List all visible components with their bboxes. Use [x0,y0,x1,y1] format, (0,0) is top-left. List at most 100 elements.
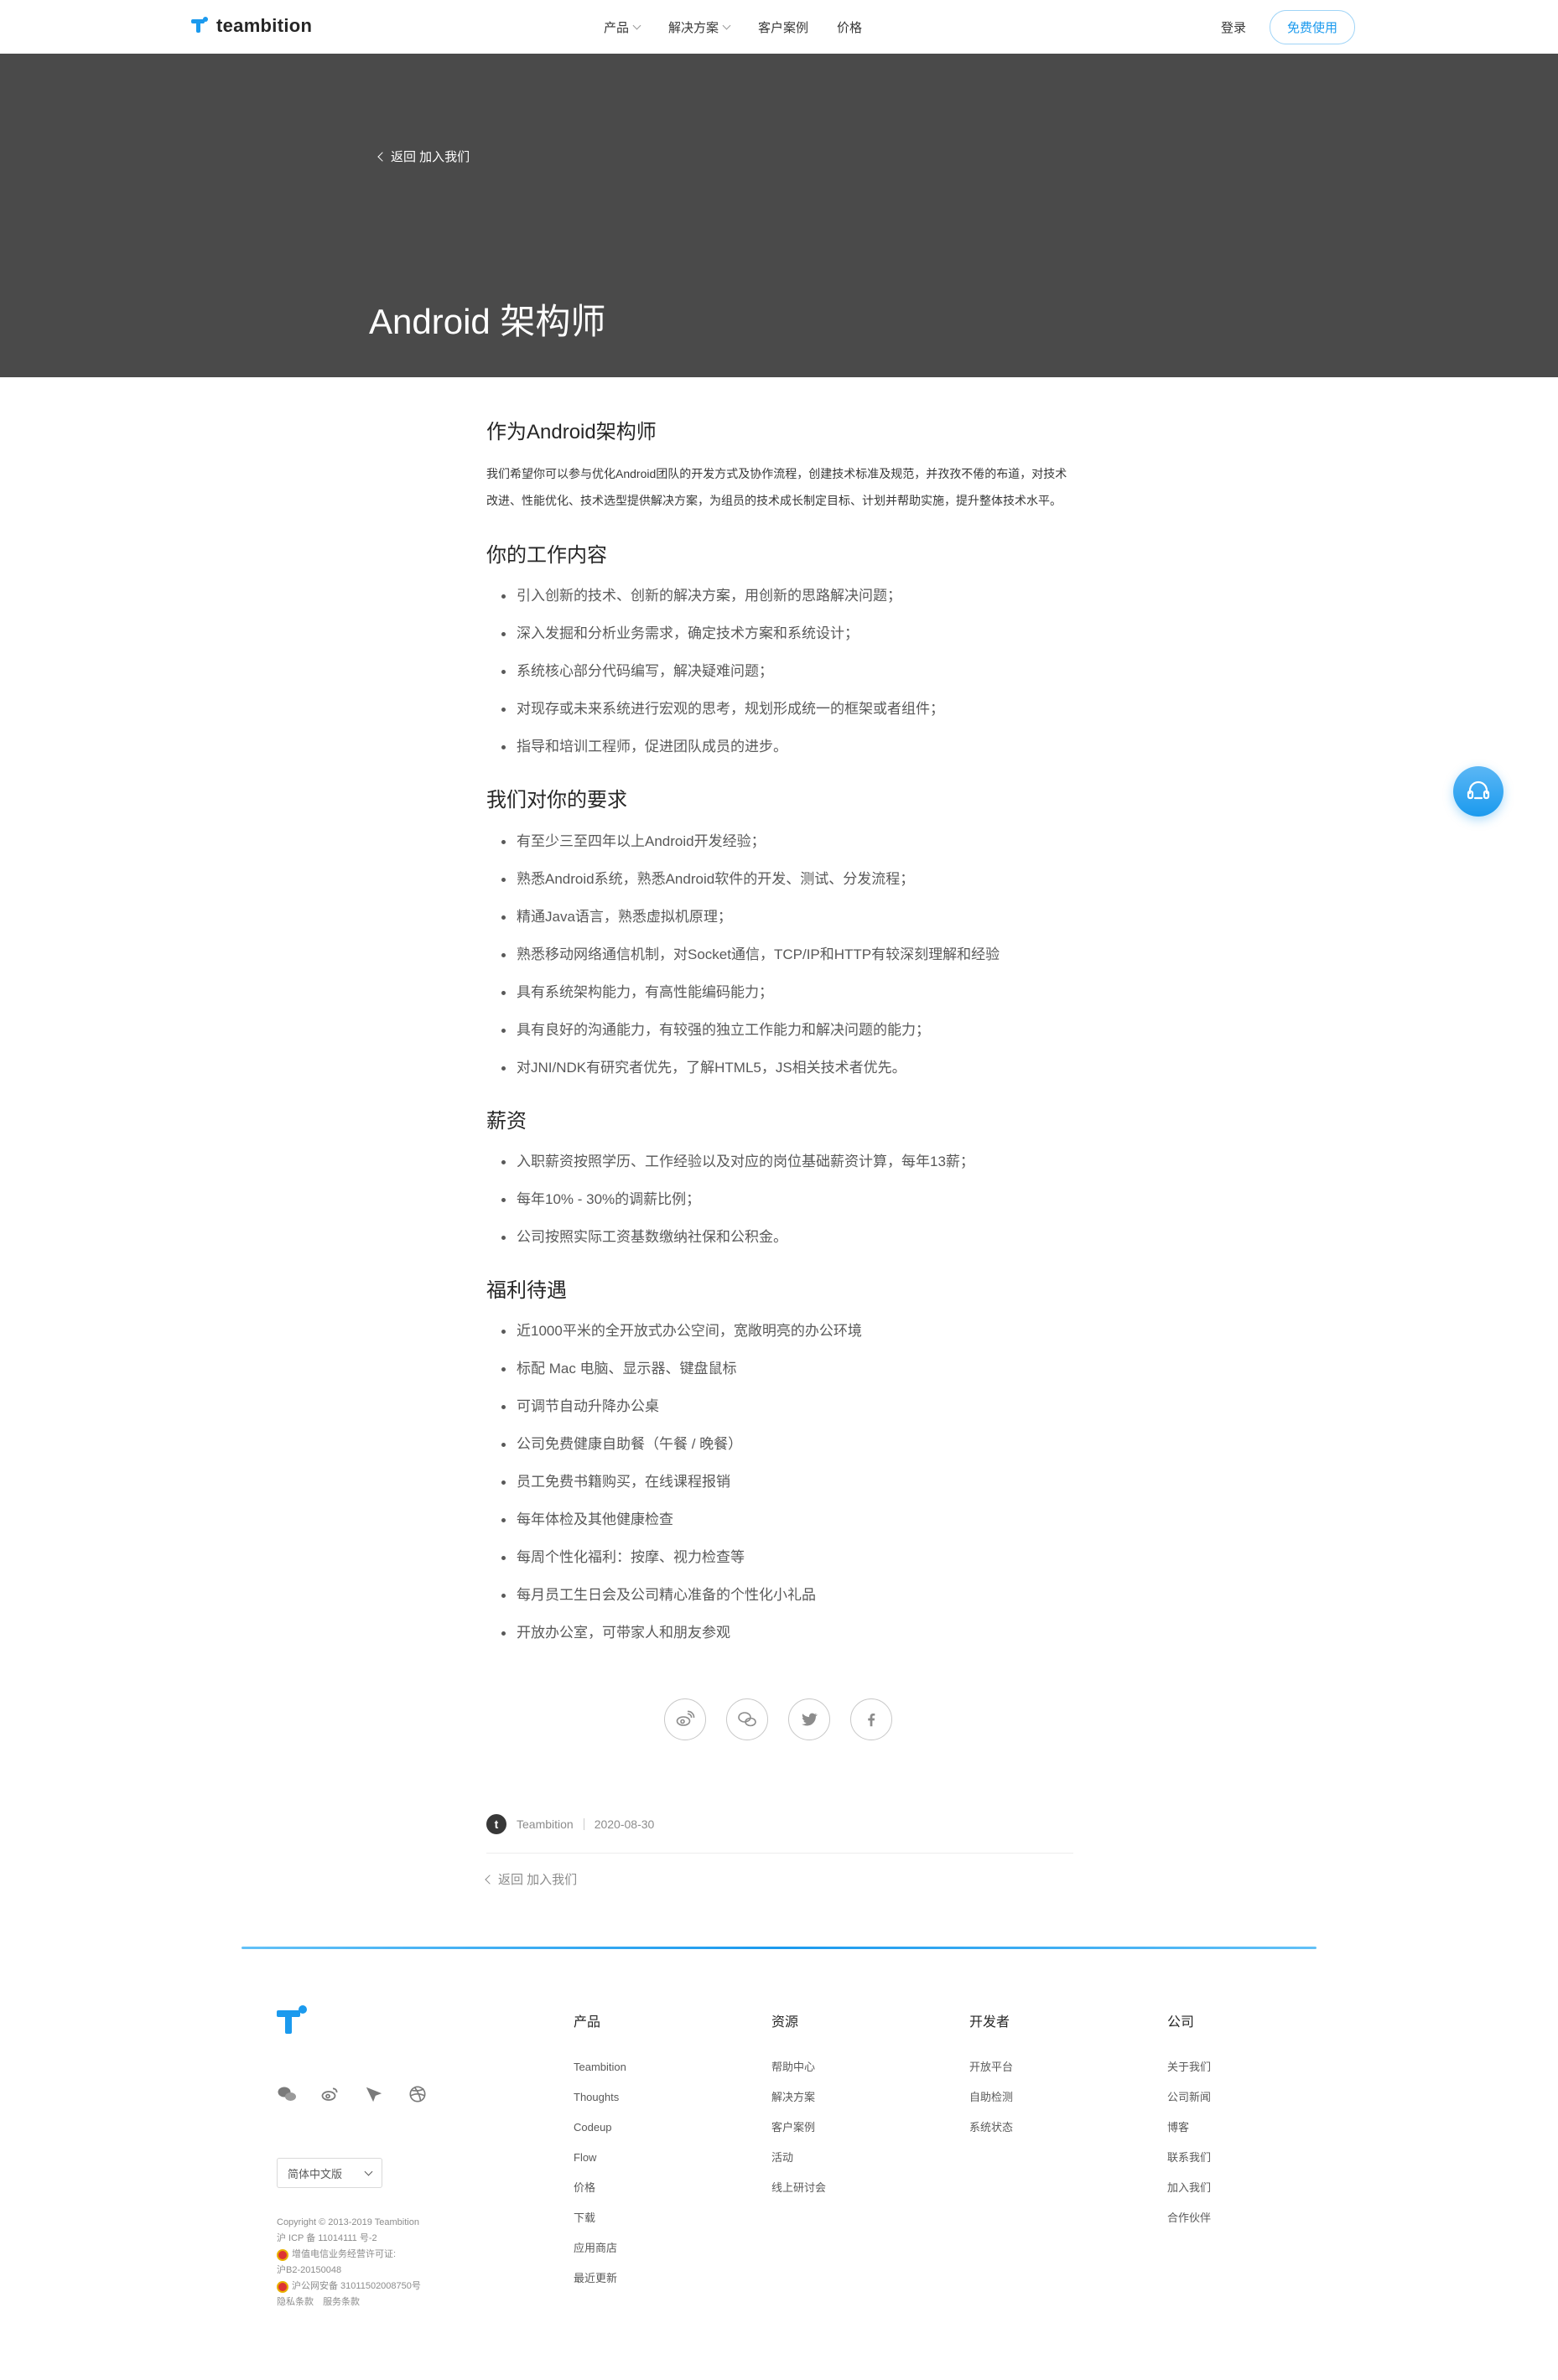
footer-column-heading: 公司 [1167,2015,1195,2030]
footer-link[interactable]: 公司新闻 [1167,2082,1211,2113]
benefits-list: 近1000平米的全开放式办公空间，宽敞明亮的办公环境 标配 Mac 电脑、显示器… [486,1312,1073,1651]
salary-list: 入职薪资按照学历、工作经验以及对应的岗位基础薪资计算，每年13薪； 每年10% … [486,1143,1073,1256]
list-item: 对现存或未来系统进行宏观的思考，规划形成统一的框架或者组件； [486,690,1073,728]
job-description: 作为Android架构师 我们希望你可以参与优化Android团队的开发方式及协… [486,419,1073,1651]
page-title: Android 架构师 [369,302,606,341]
footer-link[interactable]: 博客 [1167,2113,1211,2143]
share-facebook-button[interactable] [850,1698,892,1740]
list-item: 熟悉Android系统，熟悉Android软件的开发、测试、分发流程； [486,860,1073,898]
footer-link[interactable]: 关于我们 [1167,2052,1211,2082]
nav-item-solutions[interactable]: 解决方案 [668,18,731,36]
footer-column-products: 产品 Teambition Thoughts Codeup Flow 价格 下载… [574,2010,626,2294]
privacy-link[interactable]: 隐私条款 [277,2297,314,2307]
list-item: 熟悉移动网络通信机制，对Socket通信，TCP/IP和HTTP有较深刻理解和经… [486,936,1073,973]
share-twitter-button[interactable] [788,1698,830,1740]
teambition-logo-icon [191,17,210,35]
list-item: 具有良好的沟通能力，有较强的独立工作能力和解决问题的能力； [486,1011,1073,1049]
list-item: 每年体检及其他健康检查 [486,1501,1073,1538]
facebook-icon [868,1713,875,1727]
post-meta: t Teambition 2020-08-30 [486,1814,654,1834]
footer-link[interactable]: Teambition [574,2052,626,2082]
section-heading-salary: 薪资 [486,1109,527,1133]
nav-item-products[interactable]: 产品 [604,18,641,36]
footer-column-company: 公司 关于我们 公司新闻 博客 联系我们 加入我们 合作伙伴 [1167,2010,1211,2233]
footer-link[interactable]: 线上研讨会 [771,2173,826,2203]
chevron-left-icon [485,1874,495,1885]
nav-item-pricing[interactable]: 价格 [837,18,862,36]
hero-banner: 返回 加入我们 Android 架构师 [0,54,1558,377]
list-item: 深入发掘和分析业务需求，确定技术方案和系统设计； [486,614,1073,652]
share-buttons [664,1698,892,1740]
footer-logo-icon[interactable] [277,2005,310,2039]
footer-link[interactable]: Flow [574,2143,626,2173]
chevron-down-icon [722,21,731,29]
copyright-block: Copyright © 2013-2019 Teambition 沪 ICP 备… [277,2215,421,2310]
language-select[interactable]: 简体中文版 [277,2158,382,2188]
footer-weibo-link[interactable] [320,2084,340,2104]
footer-link[interactable]: 联系我们 [1167,2143,1211,2173]
list-item: 可调节自动升降办公桌 [486,1387,1073,1425]
footer-dribbble-link[interactable] [408,2084,428,2104]
footer-link[interactable]: 加入我们 [1167,2173,1211,2203]
footer-feishu-link[interactable] [364,2084,384,2104]
footer-link[interactable]: 开放平台 [969,2052,1013,2082]
copyright-text: Copyright © 2013-2019 Teambition [277,2217,419,2227]
nav-item-label: 解决方案 [668,20,719,35]
author-name: Teambition [517,1817,574,1831]
section-heading-duties: 你的工作内容 [486,544,607,568]
list-item: 有至少三至四年以上Android开发经验； [486,822,1073,860]
share-weibo-button[interactable] [664,1698,706,1740]
back-to-careers-link-bottom[interactable]: 返回 加入我们 [485,1870,578,1888]
share-wechat-button[interactable] [726,1698,768,1740]
icp-record[interactable]: 沪 ICP 备 11014111 号-2 [277,2231,421,2247]
author-avatar: t [486,1814,506,1834]
footer-divider [241,1947,1317,1949]
license-label[interactable]: 增值电信业务经营许可证: [292,2247,396,2263]
footer-link[interactable]: Codeup [574,2113,626,2143]
footer-link[interactable]: 帮助中心 [771,2052,826,2082]
section-heading-requirements: 我们对你的要求 [486,789,627,812]
footer-link[interactable]: 下载 [574,2203,626,2233]
main-nav: 产品 解决方案 客户案例 价格 [604,0,862,54]
footer-link[interactable]: 合作伙伴 [1167,2203,1211,2233]
customer-service-button[interactable] [1453,766,1503,817]
footer-link[interactable]: 最近更新 [574,2263,626,2294]
footer-link[interactable]: 价格 [574,2173,626,2203]
footer-link[interactable]: 解决方案 [771,2082,826,2113]
paper-plane-icon [366,2087,382,2103]
police-badge-icon [277,2280,288,2293]
back-to-careers-link[interactable]: 返回 加入我们 [377,148,470,165]
intro-text: 我们希望你可以参与优化Android团队的开发方式及协作流程，创建技术标准及规范… [486,467,1067,508]
brand-logo[interactable]: teambition [191,15,312,37]
footer-link[interactable]: 客户案例 [771,2113,826,2143]
footer-link[interactable]: Thoughts [574,2082,626,2113]
footer-column-heading: 资源 [771,2015,799,2030]
footer-social-links [277,2084,428,2104]
terms-link[interactable]: 服务条款 [323,2297,360,2307]
list-item: 公司按照实际工资基数缴纳社保和公积金。 [486,1218,1073,1256]
wechat-icon [278,2087,296,2101]
police-record[interactable]: 沪公网安备 31011502008750号 [292,2279,421,2294]
login-link[interactable]: 登录 [1221,18,1246,36]
footer-link[interactable]: 应用商店 [574,2233,626,2263]
back-link-label: 返回 加入我们 [498,1873,578,1887]
free-trial-button[interactable]: 免费使用 [1269,9,1355,44]
nav-item-cases[interactable]: 客户案例 [758,18,808,36]
chevron-left-icon [377,151,387,162]
footer-link[interactable]: 自助检测 [969,2082,1013,2113]
list-item: 每周个性化福利：按摩、视力检查等 [486,1538,1073,1576]
footer-link[interactable]: 活动 [771,2143,826,2173]
list-item: 入职薪资按照学历、工作经验以及对应的岗位基础薪资计算，每年13薪； [486,1143,1073,1180]
requirements-list: 有至少三至四年以上Android开发经验； 熟悉Android系统，熟悉Andr… [486,822,1073,1086]
footer-wechat-link[interactable] [277,2084,297,2104]
nav-item-label: 价格 [837,20,863,35]
twitter-icon [802,1713,818,1726]
back-link-label: 返回 加入我们 [391,150,470,164]
list-item: 对JNI/NDK有研究者优先，了解HTML5，JS相关技术者优先。 [486,1049,1073,1086]
nav-item-label: 产品 [604,20,630,35]
list-item: 每年10% - 30%的调薪比例； [486,1180,1073,1218]
license-badge-icon [277,2248,288,2261]
brand-name: teambition [216,15,313,36]
intro-heading: 作为Android架构师 [486,421,657,443]
footer-link[interactable]: 系统状态 [969,2113,1013,2143]
